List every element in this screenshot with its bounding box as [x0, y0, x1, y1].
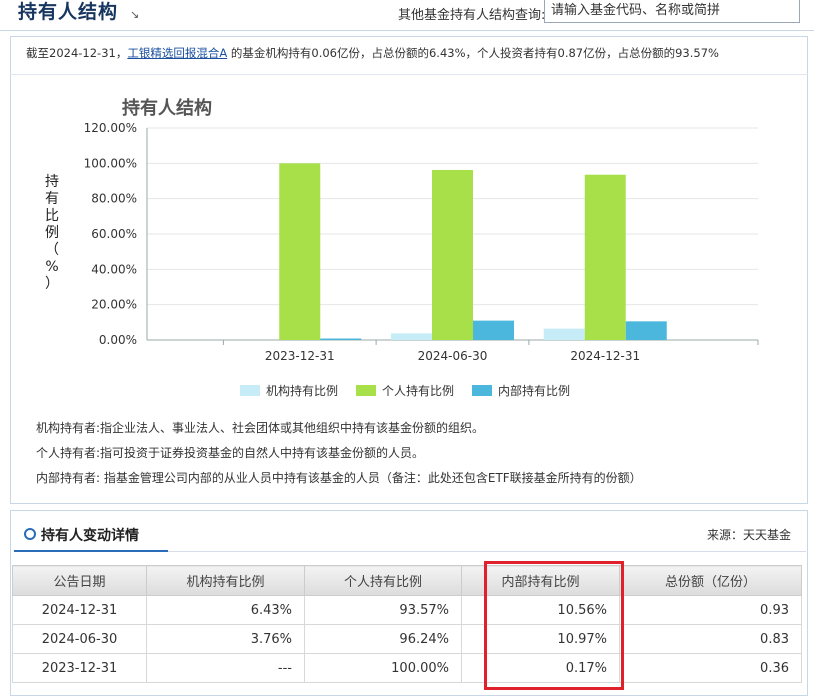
legend-label[interactable]: 个人持有比例	[382, 383, 454, 398]
bar-internal[interactable]	[473, 320, 514, 340]
definition-term: 内部持有者:	[36, 471, 101, 485]
holder-structure-chart: 持有人结构 持有比例（%） 0.00% 20.00% 40.00% 60.00% 80.…	[45, 97, 759, 398]
y-axis-label-char: 例	[45, 225, 59, 241]
y-tick-label: 120.00%	[84, 121, 137, 135]
definition-text: 指企业法人、事业法人、社会团体或其他组织中持有该基金份额的组织。	[100, 421, 485, 435]
cell-date: 2024-12-31	[12, 595, 147, 625]
chart-bars	[279, 163, 667, 340]
column-header-total[interactable]: 总份额（亿份）	[619, 565, 802, 596]
legend-label[interactable]: 内部持有比例	[498, 383, 570, 398]
cell-institution: ---	[146, 653, 305, 683]
detail-title: 持有人变动详情	[41, 528, 139, 544]
definition-individual: 个人持有者:指可投资于证券投资基金的自然人中持有该基金份额的人员。	[36, 444, 424, 461]
cell-individual: 100.00%	[304, 653, 462, 683]
cell-individual: 93.57%	[304, 595, 462, 625]
bar-individual[interactable]	[279, 163, 321, 340]
x-axis-ticks: 2023-12-31 2024-06-30 2024-12-31	[222, 340, 759, 363]
bar-institution[interactable]	[543, 328, 585, 340]
x-tick-label: 2023-12-31	[265, 349, 335, 363]
table-row: 2023-12-31 --- 100.00% 0.17% 0.36	[12, 653, 802, 683]
legend-swatch[interactable]	[356, 385, 376, 396]
title-underline	[14, 550, 168, 552]
chart-title: 持有人结构	[122, 97, 212, 119]
y-axis-label-char: %	[45, 259, 58, 275]
bar-internal[interactable]	[320, 338, 362, 341]
y-tick-label: 60.00%	[91, 227, 137, 241]
chart-legend: 机构持有比例 个人持有比例 内部持有比例	[240, 383, 570, 398]
divider	[168, 551, 806, 552]
definition-text: 指基金管理公司内部的从业人员中持有该基金的人员（备注：此处还包含ETF联接基金所…	[100, 471, 642, 485]
cell-individual: 96.24%	[304, 624, 462, 654]
source-label: 来源：天天基金	[707, 528, 792, 542]
definition-term: 机构持有者:	[36, 421, 101, 435]
cell-institution: 3.76%	[146, 624, 305, 654]
cell-institution: 6.43%	[146, 595, 305, 625]
cell-date: 2023-12-31	[12, 653, 147, 683]
y-tick-label: 80.00%	[91, 192, 137, 206]
cell-date: 2024-06-30	[12, 624, 147, 654]
column-header-date[interactable]: 公告日期	[12, 565, 147, 596]
table-row: 2024-12-31 6.43% 93.57% 10.56% 0.93	[12, 595, 802, 625]
circle-bullet-icon	[24, 528, 36, 540]
legend-label[interactable]: 机构持有比例	[266, 383, 338, 398]
x-tick-label: 2024-12-31	[570, 349, 640, 363]
bar-individual[interactable]	[432, 169, 473, 340]
y-tick-label: 20.00%	[91, 298, 137, 312]
y-tick-label: 0.00%	[99, 333, 137, 347]
y-axis-label: 持有比例（%）	[45, 174, 59, 292]
x-tick-label: 2024-06-30	[418, 349, 488, 363]
internal-ratio-highlight-box	[484, 561, 624, 690]
y-axis-label-char: 比	[45, 208, 59, 224]
y-axis-label-char: 持	[45, 174, 59, 190]
bar-individual[interactable]	[584, 174, 626, 340]
y-axis-ticks: 0.00% 20.00% 40.00% 60.00% 80.00% 100.00% 120.…	[84, 121, 137, 347]
table-row: 2024-06-30 3.76% 96.24% 10.97% 0.83	[12, 624, 802, 654]
y-axis-label-char: 有	[45, 191, 59, 207]
legend-swatch[interactable]	[240, 385, 260, 396]
column-header-individual[interactable]: 个人持有比例	[304, 565, 462, 596]
y-tick-label: 40.00%	[91, 262, 137, 276]
definition-term: 个人持有者:	[36, 446, 101, 460]
y-tick-label: 100.00%	[84, 156, 137, 170]
legend-swatch[interactable]	[472, 385, 492, 396]
table-header-row: 公告日期 机构持有比例 个人持有比例 内部持有比例 总份额（亿份）	[12, 565, 802, 596]
bar-internal[interactable]	[625, 321, 667, 340]
bar-institution[interactable]	[391, 333, 432, 340]
definition-text: 指可投资于证券投资基金的自然人中持有该基金份额的人员。	[100, 446, 425, 460]
definition-institution: 机构持有者:指企业法人、事业法人、社会团体或其他组织中持有该基金份额的组织。	[36, 419, 484, 436]
cell-total: 0.93	[619, 595, 802, 625]
cell-total: 0.83	[619, 624, 802, 654]
y-axis-label-char: ）	[45, 276, 59, 292]
cell-total: 0.36	[619, 653, 802, 683]
holder-change-table: 公告日期 机构持有比例 个人持有比例 内部持有比例 总份额（亿份） 2024-1…	[12, 565, 802, 683]
definition-internal: 内部持有者: 指基金管理公司内部的从业人员中持有该基金的人员（备注：此处还包含E…	[36, 469, 642, 486]
y-axis-label-char: （	[45, 242, 59, 258]
column-header-institution[interactable]: 机构持有比例	[146, 565, 305, 596]
